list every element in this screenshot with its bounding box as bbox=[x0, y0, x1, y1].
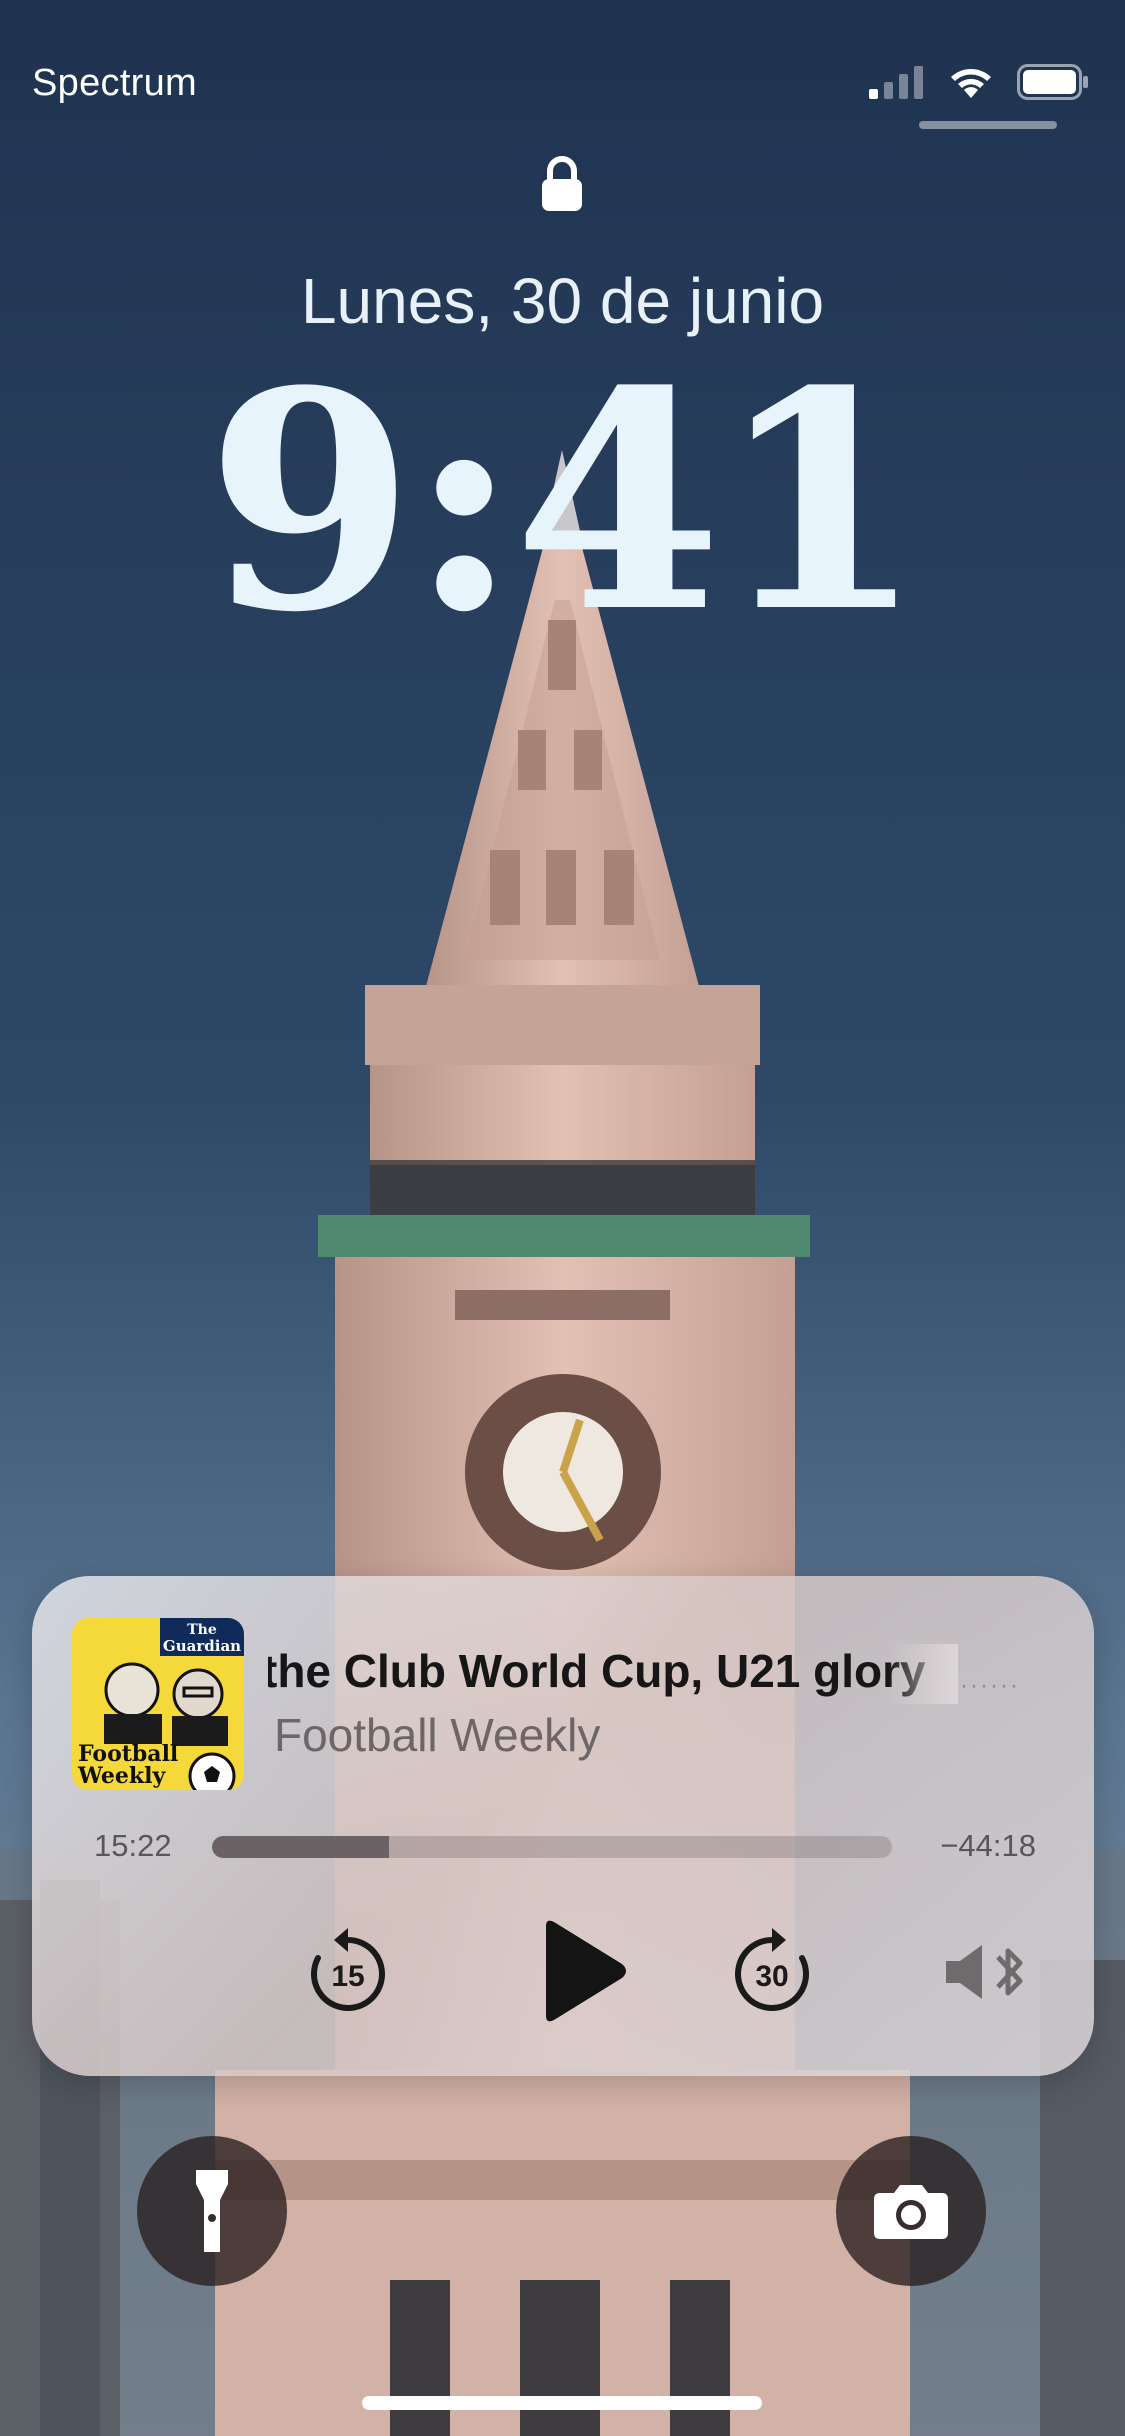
wifi-icon bbox=[951, 69, 991, 98]
lock-icon bbox=[542, 156, 582, 211]
skip-back-button[interactable]: 15 bbox=[300, 1924, 396, 2020]
progress-scrubber[interactable] bbox=[212, 1836, 892, 1858]
remaining-time: −44:18 bbox=[940, 1828, 1036, 1863]
status-bar: Spectrum bbox=[0, 0, 1125, 170]
track-title-marquee[interactable]: the Club World Cup, U21 glory bbox=[268, 1644, 958, 1704]
home-indicator[interactable] bbox=[362, 2396, 762, 2410]
podcast-artwork[interactable]: The Guardian Football Weekly bbox=[72, 1618, 244, 1790]
title-fade bbox=[888, 1644, 958, 1704]
play-icon bbox=[546, 1920, 626, 2022]
play-button[interactable] bbox=[510, 1906, 650, 2036]
show-name[interactable]: Football Weekly bbox=[274, 1708, 600, 1762]
bluetooth-speaker-icon bbox=[946, 1945, 1023, 1999]
progress-fill bbox=[212, 1836, 389, 1858]
skip-forward-seconds: 30 bbox=[755, 1960, 788, 1993]
battery-icon bbox=[1017, 64, 1088, 100]
camera-icon bbox=[874, 2185, 948, 2239]
skip-back-seconds: 15 bbox=[331, 1960, 364, 1993]
artwork-brand-line1: The bbox=[187, 1622, 217, 1638]
flashlight-icon bbox=[196, 2170, 228, 2252]
skip-forward-30-icon: 30 bbox=[735, 1928, 809, 2011]
artwork-brand-line2: Guardian bbox=[163, 1637, 241, 1655]
dotted-more-icon[interactable]: ······ bbox=[960, 1672, 1020, 1700]
artwork-show-line2: Weekly bbox=[77, 1763, 167, 1789]
audio-output-button[interactable] bbox=[942, 1932, 1032, 2012]
football-weekly-artwork: The Guardian Football Weekly bbox=[72, 1618, 244, 1790]
carrier-name: Spectrum bbox=[32, 62, 198, 104]
flashlight-button[interactable] bbox=[137, 2136, 287, 2286]
skip-forward-button[interactable]: 30 bbox=[724, 1924, 820, 2020]
now-playing-widget[interactable]: The Guardian Football Weekly the Club Wo… bbox=[32, 1576, 1094, 2076]
cellular-signal-icon bbox=[869, 66, 923, 99]
camera-button[interactable] bbox=[836, 2136, 986, 2286]
skip-back-15-icon: 15 bbox=[311, 1928, 385, 2011]
status-icons bbox=[869, 64, 1089, 100]
track-title: the Club World Cup, U21 glory bbox=[268, 1645, 926, 1697]
elapsed-time: 15:22 bbox=[94, 1828, 172, 1863]
status-handle-bar bbox=[919, 121, 1057, 129]
lock-screen-time: 9:41 bbox=[206, 325, 925, 678]
